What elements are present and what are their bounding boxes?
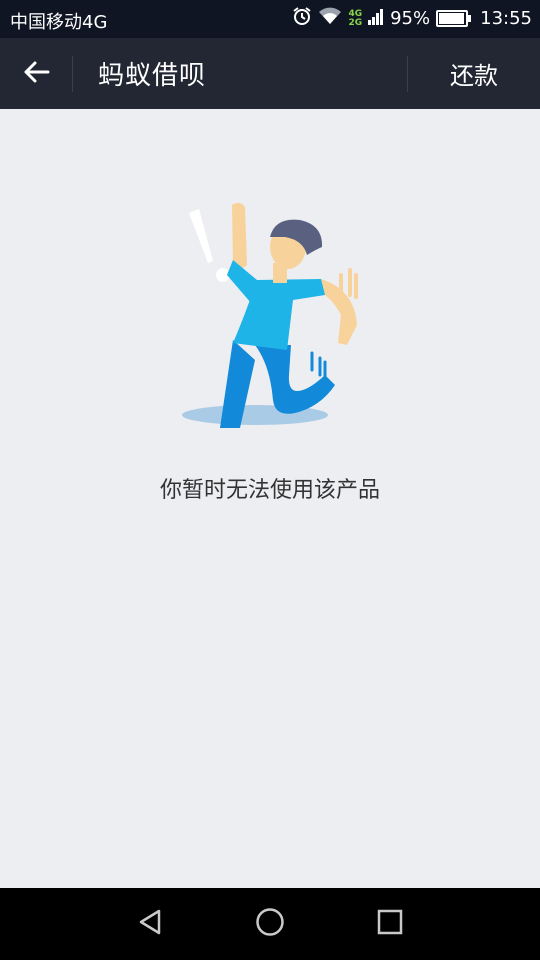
- clock-time: 13:55: [480, 8, 532, 29]
- person-startled-icon: [175, 195, 365, 435]
- page-title: 蚂蚁借呗: [98, 61, 207, 91]
- nav-back-button[interactable]: [130, 904, 170, 944]
- circle-home-icon: [255, 907, 285, 941]
- carrier-label: 中国移动4G: [10, 12, 108, 33]
- network-tag-2g: 2G: [348, 17, 363, 28]
- nav-recents-button[interactable]: [370, 904, 410, 944]
- alarm-clock-icon: [292, 6, 312, 31]
- repay-button[interactable]: 还款: [408, 38, 540, 109]
- back-button[interactable]: [14, 52, 58, 96]
- nav-home-button[interactable]: [250, 904, 290, 944]
- status-icons: 4G 2G 95% 13:55: [292, 6, 532, 31]
- network-type-tags: 4G 2G: [348, 9, 363, 28]
- navigation-bar: [0, 888, 540, 960]
- battery-icon: [436, 10, 472, 27]
- triangle-back-icon: [137, 908, 163, 940]
- battery-fill: [439, 13, 465, 24]
- unavailable-message: 你暂时无法使用该产品: [159, 478, 380, 503]
- divider: [72, 56, 73, 92]
- signal-icon: [368, 7, 384, 30]
- square-recents-icon: [377, 909, 403, 939]
- wifi-icon: [318, 7, 342, 30]
- status-bar: 中国移动4G 4G 2G 95% 13:55: [0, 0, 540, 38]
- battery-percent: 95%: [390, 8, 431, 29]
- title-bar: 蚂蚁借呗 还款: [0, 38, 540, 109]
- arrow-left-icon: [22, 60, 50, 88]
